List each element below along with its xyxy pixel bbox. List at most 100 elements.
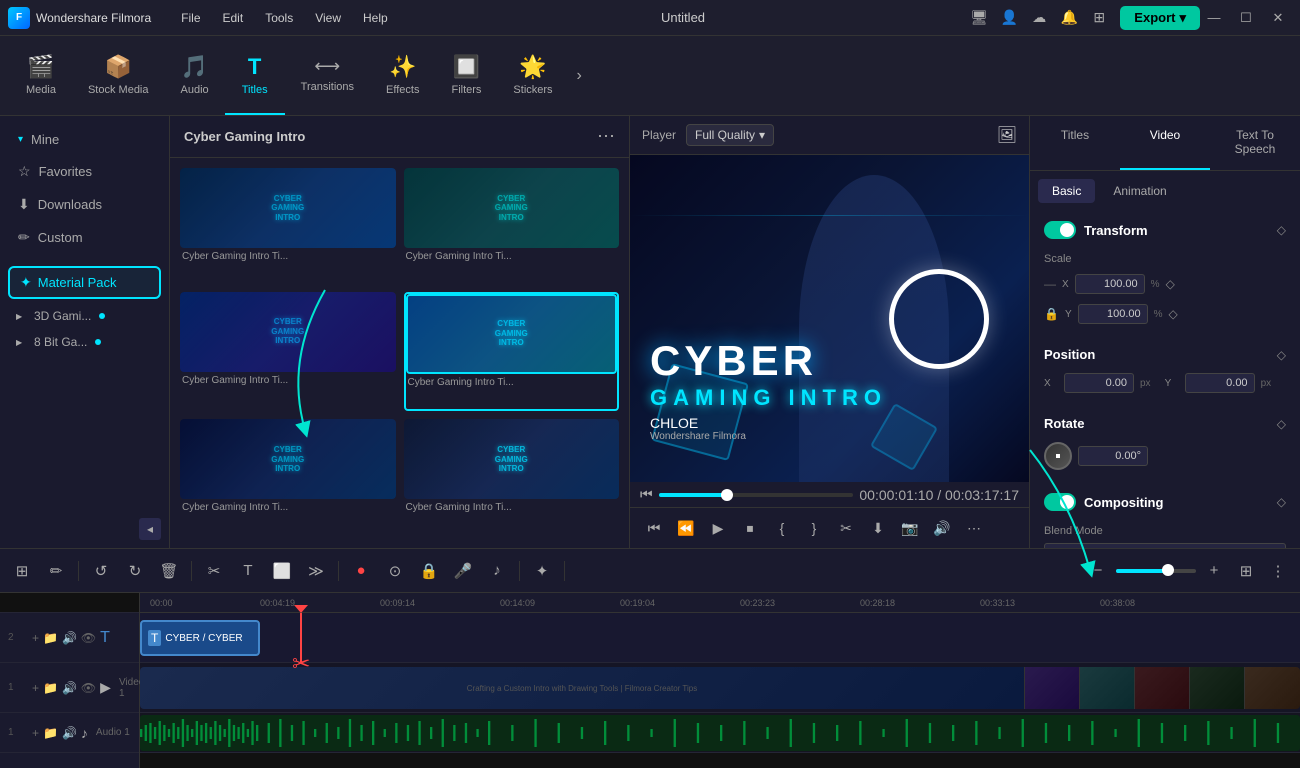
menu-file[interactable]: File — [171, 7, 210, 29]
tl-layout[interactable]: ⊞ — [8, 557, 36, 585]
rotate-input[interactable] — [1078, 446, 1148, 466]
tl-lock[interactable]: 🔒 — [415, 557, 443, 585]
tab-text-to-speech[interactable]: Text To Speech — [1210, 116, 1300, 170]
player-play[interactable]: ▶ — [704, 514, 732, 542]
tl-text[interactable]: T — [234, 557, 262, 585]
transform-keyframe-icon[interactable]: ◇ — [1277, 223, 1286, 237]
window-minimize[interactable]: — — [1200, 7, 1228, 29]
position-y-input[interactable] — [1185, 373, 1255, 393]
tool-audio[interactable]: 🎵 Audio — [165, 36, 225, 115]
panel-3d-gaming[interactable]: ▶ 3D Gami... — [0, 303, 169, 329]
blend-mode-select[interactable]: Normal — [1044, 543, 1286, 548]
cloud-icon[interactable]: ☁ — [1028, 7, 1050, 29]
zoom-slider[interactable] — [1116, 569, 1196, 573]
toolbar-more[interactable]: › — [569, 36, 590, 115]
panel-8bit-gaming[interactable]: ▶ 8 Bit Ga... — [0, 329, 169, 355]
tl-track-folder[interactable]: 📁 — [43, 631, 58, 645]
tool-filters[interactable]: 🔲 Filters — [435, 36, 497, 115]
media-item-1[interactable]: CYBERGAMINGINTRO Cyber Gaming Intro Ti..… — [180, 168, 396, 284]
panel-mine-header[interactable]: ▾ Mine — [8, 124, 161, 155]
subtab-basic[interactable]: Basic — [1038, 179, 1095, 203]
menu-tools[interactable]: Tools — [255, 7, 303, 29]
tl-video-track-add[interactable]: + — [32, 681, 39, 695]
rotate-wheel[interactable] — [1044, 442, 1072, 470]
menu-view[interactable]: View — [305, 7, 351, 29]
account-icon[interactable]: 👤 — [998, 7, 1020, 29]
rotate-keyframe-icon[interactable]: ◇ — [1277, 417, 1286, 431]
tl-audio-track-add[interactable]: + — [32, 726, 39, 740]
scale-x-input[interactable] — [1075, 274, 1145, 294]
scale-y-input[interactable] — [1078, 304, 1148, 324]
tl-audio-mute[interactable]: 🔊 — [62, 726, 77, 740]
panel-custom[interactable]: ✏ Custom — [8, 221, 161, 254]
media-item-6[interactable]: CYBERGAMINGINTRO Cyber Gaming Intro Ti..… — [404, 419, 620, 535]
apps-icon[interactable]: ⊞ — [1088, 7, 1110, 29]
subtab-animation[interactable]: Animation — [1099, 179, 1180, 203]
minimize-icon[interactable]: 🖥 — [968, 7, 990, 29]
tool-stickers[interactable]: 🌟 Stickers — [497, 36, 568, 115]
tl-track-visibility[interactable]: 👁 — [81, 631, 96, 645]
player-volume[interactable]: 🔊 — [928, 514, 956, 542]
notification-icon[interactable]: 🔔 — [1058, 7, 1080, 29]
menu-help[interactable]: Help — [353, 7, 398, 29]
player-stop[interactable]: ⏹ — [736, 514, 764, 542]
tl-motion[interactable]: ⊙ — [381, 557, 409, 585]
panel-downloads[interactable]: ⬇ Downloads — [8, 188, 161, 221]
menu-edit[interactable]: Edit — [213, 7, 254, 29]
media-item-3[interactable]: CYBERGAMINGINTRO Cyber Gaming Intro Ti..… — [180, 292, 396, 412]
window-maximize[interactable]: ☐ — [1232, 7, 1260, 29]
compositing-toggle[interactable] — [1044, 493, 1076, 511]
tl-zoom-out[interactable]: − — [1084, 557, 1112, 585]
tool-effects[interactable]: ✨ Effects — [370, 36, 435, 115]
window-close[interactable]: ✕ — [1264, 7, 1292, 29]
tl-video-mute[interactable]: 🔊 — [62, 681, 77, 695]
player-progress-bar[interactable] — [659, 493, 854, 497]
tl-video-visibility[interactable]: 👁 — [81, 681, 96, 695]
tl-track-add[interactable]: + — [32, 631, 39, 645]
tl-grid[interactable]: ⊞ — [1232, 557, 1260, 585]
scale-y-keyframe[interactable]: ◇ — [1169, 307, 1178, 321]
tl-snap[interactable]: ✦ — [528, 557, 556, 585]
player-add-to-timeline[interactable]: ⬇ — [864, 514, 892, 542]
tab-video[interactable]: Video — [1120, 116, 1210, 170]
tl-audio-folder[interactable]: 📁 — [43, 726, 58, 740]
player-more-controls[interactable]: ⋯ — [960, 514, 988, 542]
tl-music[interactable]: ♪ — [483, 557, 511, 585]
player-prev-frame[interactable]: ⏮ — [640, 514, 668, 542]
tl-track-mute[interactable]: 🔊 — [62, 631, 77, 645]
media-item-4[interactable]: CYBERGAMINGINTRO Cyber Gaming Intro Ti..… — [404, 292, 620, 412]
audio-wave-container[interactable] — [140, 715, 1300, 751]
tl-mic[interactable]: 🎤 — [449, 557, 477, 585]
video-frames[interactable]: Crafting a Custom Intro with Drawing Too… — [140, 667, 1300, 709]
tool-stock-media[interactable]: 📦 Stock Media — [72, 36, 165, 115]
tab-titles[interactable]: Titles — [1030, 116, 1120, 170]
tl-crop[interactable]: ⬜ — [268, 557, 296, 585]
player-quality-selector[interactable]: Full Quality ▾ — [686, 124, 774, 146]
compositing-keyframe-icon[interactable]: ◇ — [1277, 495, 1286, 509]
media-item-5[interactable]: CYBERGAMINGINTRO Cyber Gaming Intro Ti..… — [180, 419, 396, 535]
tool-transitions[interactable]: ⟷ Transitions — [285, 36, 370, 115]
tl-edit[interactable]: ✏ — [42, 557, 70, 585]
player-step-back[interactable]: ⏪ — [672, 514, 700, 542]
tl-record[interactable]: ● — [347, 557, 375, 585]
transform-toggle[interactable] — [1044, 221, 1076, 239]
scale-x-keyframe[interactable]: ◇ — [1166, 277, 1175, 291]
player-snapshot[interactable]: 📷 — [896, 514, 924, 542]
position-keyframe-icon[interactable]: ◇ — [1277, 348, 1286, 362]
tl-video-folder[interactable]: 📁 — [43, 681, 58, 695]
tl-delete[interactable]: 🗑 — [155, 557, 183, 585]
tl-zoom-in[interactable]: + — [1200, 557, 1228, 585]
tl-cut[interactable]: ✂ — [200, 557, 228, 585]
media-panel-more[interactable]: ⋯ — [597, 126, 615, 147]
export-button[interactable]: Export ▾ — [1120, 6, 1200, 30]
player-photo-icon[interactable]: 🖼 — [997, 125, 1017, 145]
media-item-2[interactable]: CYBERGAMINGINTRO Cyber Gaming Intro Ti..… — [404, 168, 620, 284]
player-seek-start[interactable]: ⏮ — [640, 486, 653, 503]
tl-settings[interactable]: ⋮ — [1264, 557, 1292, 585]
tl-redo[interactable]: ↻ — [121, 557, 149, 585]
position-x-input[interactable] — [1064, 373, 1134, 393]
tool-titles[interactable]: T Titles — [225, 36, 285, 115]
tool-media[interactable]: 🎬 Media — [10, 36, 72, 115]
collapse-button[interactable]: ◂ — [139, 518, 161, 540]
tl-more[interactable]: ≫ — [302, 557, 330, 585]
